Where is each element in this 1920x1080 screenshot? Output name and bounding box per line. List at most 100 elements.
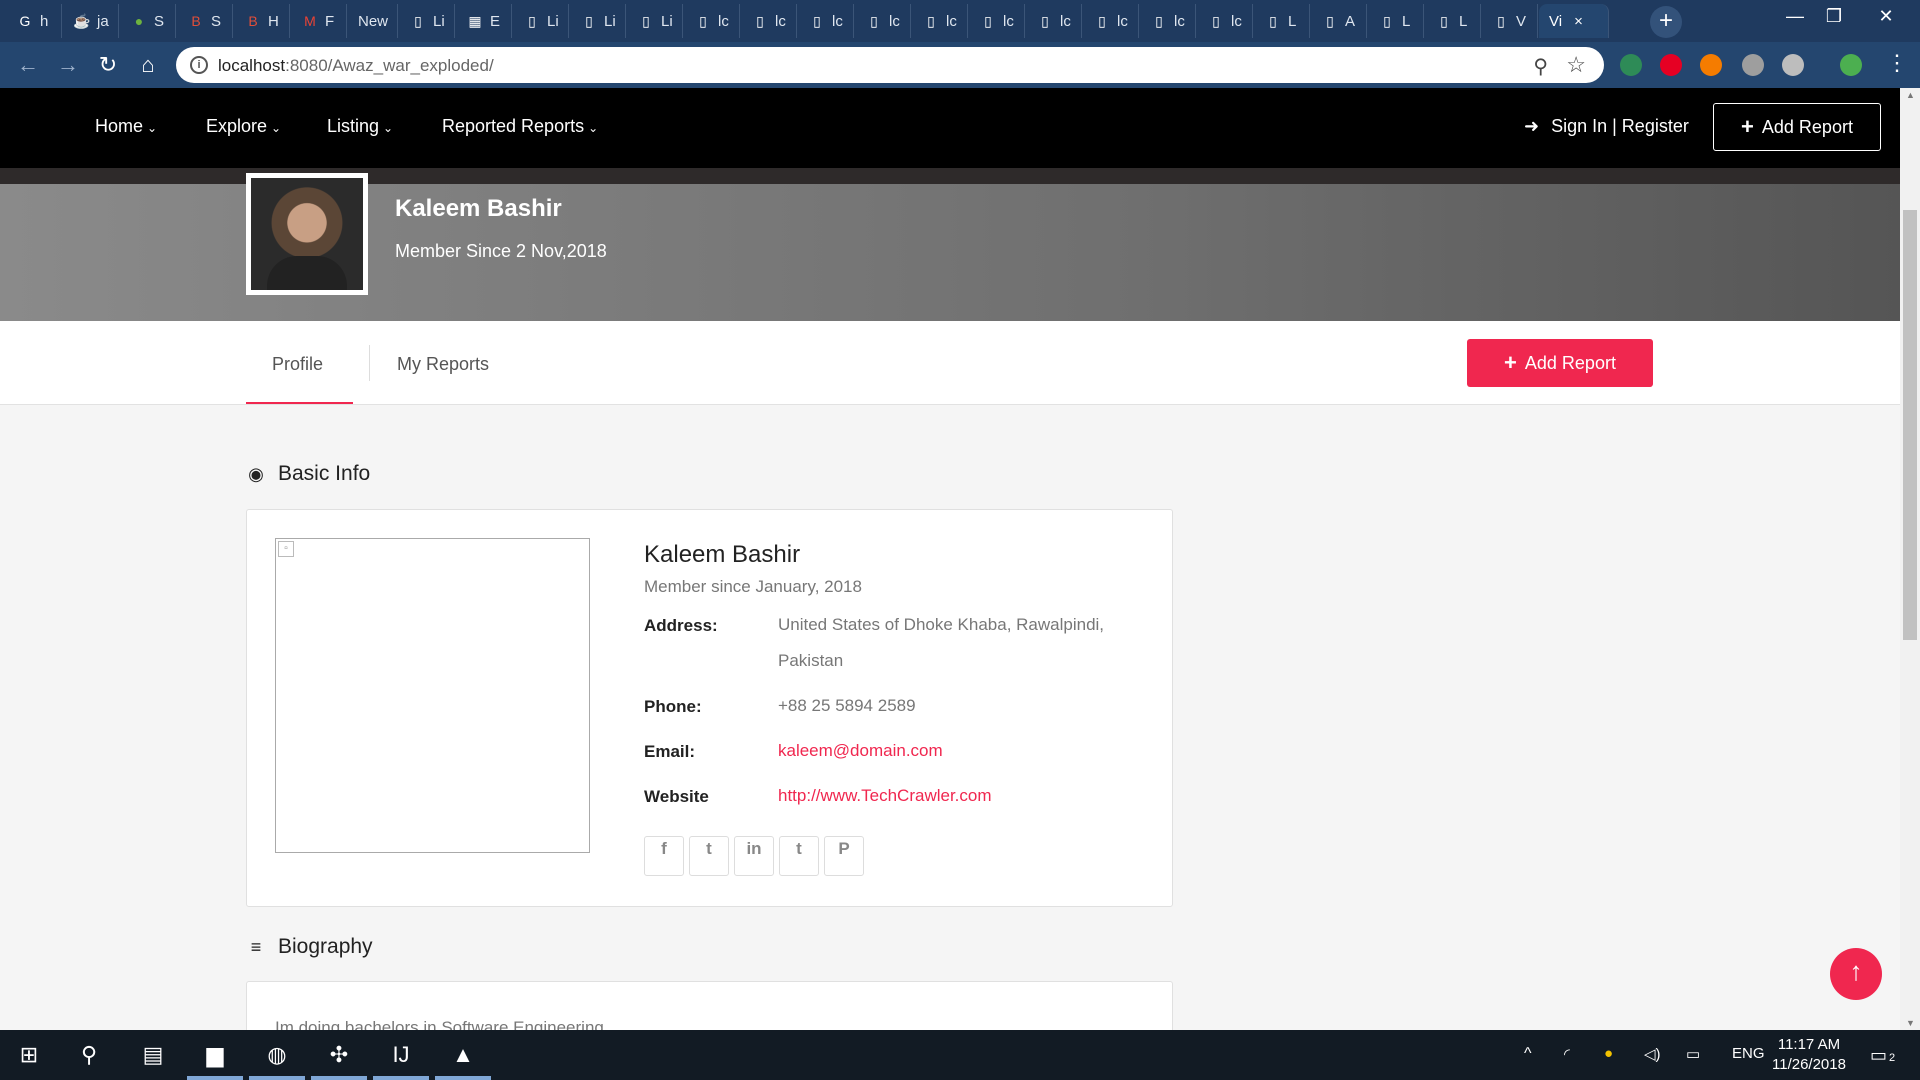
close-tab-icon[interactable]: × [1574, 13, 1583, 30]
url-text[interactable]: localhost:8080/Awaz_war_exploded/ [218, 56, 494, 76]
facebook-icon[interactable]: f [644, 836, 684, 876]
clock-date: 11/26/2018 [1772, 1056, 1846, 1073]
tab-title: lc [1174, 12, 1185, 30]
add-report-button[interactable]: + Add Report [1467, 339, 1653, 387]
keyboard-icon[interactable]: ▭ [1686, 1045, 1700, 1063]
scrollbar-thumb[interactable] [1903, 210, 1917, 640]
task-view-icon[interactable]: ▤ [136, 1038, 170, 1072]
bookmark-star-icon[interactable]: ☆ [1566, 52, 1586, 78]
zoom-icon[interactable]: ⚲ [1533, 54, 1548, 79]
close-window-button[interactable]: ✕ [1866, 6, 1906, 27]
browser-tab[interactable]: ● S [120, 4, 176, 38]
extension-icon[interactable] [1660, 54, 1682, 76]
extension-icon[interactable] [1782, 54, 1804, 76]
scroll-to-top-button[interactable]: ↑ [1830, 948, 1882, 1000]
site-info-icon[interactable]: i [190, 56, 208, 74]
chevron-down-icon: ⌄ [383, 121, 394, 135]
home-button[interactable]: ⌂ [134, 51, 162, 79]
browser-tab[interactable]: ▯ L [1368, 4, 1424, 38]
browser-tab[interactable]: ▦ E [456, 4, 512, 38]
start-icon[interactable]: ⊞ [12, 1038, 46, 1072]
nav-home[interactable]: Home ⌄ [95, 116, 157, 137]
website-link[interactable]: http://www.TechCrawler.com [778, 778, 1138, 814]
email-label: Email: [644, 742, 696, 761]
browser-tab[interactable]: ☕ ja [63, 4, 119, 38]
tab-profile[interactable]: Profile [272, 354, 323, 375]
browser-tab[interactable]: ▯ Li [627, 4, 683, 38]
browser-tab[interactable]: ▯ lc [798, 4, 854, 38]
extension-icon[interactable] [1700, 54, 1722, 76]
forward-button[interactable]: → [54, 51, 82, 79]
intellij-icon[interactable]: IJ [384, 1038, 418, 1072]
email-link[interactable]: kaleem@domain.com [778, 733, 1138, 769]
browser-tab[interactable]: ▯ lc [855, 4, 911, 38]
tab-title: Li [547, 12, 559, 30]
linkedin-icon[interactable]: in [734, 836, 774, 876]
browser-tab[interactable]: ▯ lc [1026, 4, 1082, 38]
language-indicator[interactable]: ENG [1732, 1045, 1765, 1062]
tab-title: lc [718, 12, 729, 30]
browser-tab[interactable]: Vi × [1539, 4, 1609, 38]
sign-in-register-link[interactable]: ➜ Sign In | Register [1524, 116, 1689, 137]
browser-tab[interactable]: BH [234, 4, 290, 38]
browser-tab[interactable]: BS [177, 4, 233, 38]
browser-tab[interactable]: ▯ V [1482, 4, 1538, 38]
volume-icon[interactable]: ◁) [1644, 1045, 1661, 1063]
system-clock[interactable]: 11:17 AM 11/26/2018 [1772, 1035, 1846, 1075]
browser-tab[interactable]: ▯ lc [741, 4, 797, 38]
browser-tab[interactable]: Gh [6, 4, 62, 38]
tab-favicon-icon: ▯ [528, 12, 536, 29]
browser-tab[interactable]: ▯ L [1254, 4, 1310, 38]
running-app-indicator [435, 1076, 491, 1080]
address-bar[interactable]: i localhost:8080/Awaz_war_exploded/ ⚲ ☆ [176, 47, 1604, 83]
photos-icon[interactable]: ▲ [446, 1038, 480, 1072]
browser-tab[interactable]: ▯ lc [969, 4, 1025, 38]
chrome-icon[interactable]: ◍ [260, 1038, 294, 1072]
pinterest-icon[interactable]: P [824, 836, 864, 876]
nav-reported-reports[interactable]: Reported Reports ⌄ [442, 116, 598, 137]
app-tray-icon[interactable]: ● [1604, 1045, 1613, 1062]
phone-value: +88 25 5894 2589 [778, 696, 916, 715]
tab-title: lc [775, 12, 786, 30]
extension-icon[interactable] [1840, 54, 1862, 76]
new-tab-button[interactable]: + [1650, 6, 1682, 38]
network-icon[interactable]: ◜ [1564, 1045, 1570, 1063]
nav-explore[interactable]: Explore ⌄ [206, 116, 281, 137]
chevron-down-icon: ⌄ [588, 121, 599, 135]
browser-tab[interactable]: ▯ L [1425, 4, 1481, 38]
browser-tab[interactable]: ▯ lc [912, 4, 968, 38]
app-icon[interactable]: ✣ [322, 1038, 356, 1072]
extension-icon[interactable] [1620, 54, 1642, 76]
maximize-button[interactable]: ❐ [1814, 6, 1854, 27]
url-host: localhost [218, 56, 286, 75]
scroll-up-arrow-icon[interactable]: ▲ [1906, 90, 1915, 100]
browser-tab[interactable]: ▯ Li [399, 4, 455, 38]
browser-tab[interactable]: ▯ lc [684, 4, 740, 38]
minimize-button[interactable]: — [1775, 6, 1815, 27]
tab-my-reports[interactable]: My Reports [397, 354, 489, 375]
nav-listing[interactable]: Listing ⌄ [327, 116, 393, 137]
tumblr-icon[interactable]: t [779, 836, 819, 876]
nav-add-report-button[interactable]: + Add Report [1713, 103, 1881, 151]
scroll-down-arrow-icon[interactable]: ▼ [1906, 1018, 1915, 1028]
browser-tab[interactable]: New [348, 4, 398, 38]
browser-tab[interactable]: ▯ lc [1083, 4, 1139, 38]
browser-tab[interactable]: ▯ Li [570, 4, 626, 38]
browser-tab[interactable]: ▯ lc [1197, 4, 1253, 38]
twitter-icon[interactable]: t [689, 836, 729, 876]
back-button[interactable]: ← [14, 51, 42, 79]
browser-tab[interactable]: ▯ A [1311, 4, 1367, 38]
reload-button[interactable]: ↻ [94, 51, 122, 79]
extension-icon[interactable] [1742, 54, 1764, 76]
page-scrollbar[interactable]: ▲ ▼ [1900, 88, 1920, 1030]
browser-tab[interactable]: MF [291, 4, 347, 38]
browser-menu-icon[interactable]: ⋮ [1886, 50, 1908, 76]
tray-overflow-icon[interactable]: ^ [1524, 1045, 1532, 1063]
file-explorer-icon[interactable]: ▆ [198, 1038, 232, 1072]
tab-favicon-icon: ▯ [585, 12, 593, 29]
browser-tab[interactable]: ▯ lc [1140, 4, 1196, 38]
browser-tab[interactable]: ▯ Li [513, 4, 569, 38]
search-icon[interactable]: ⚲ [72, 1038, 106, 1072]
notifications-icon[interactable]: ▭ 2 [1870, 1045, 1895, 1066]
nav-explore-label: Explore [206, 116, 268, 136]
